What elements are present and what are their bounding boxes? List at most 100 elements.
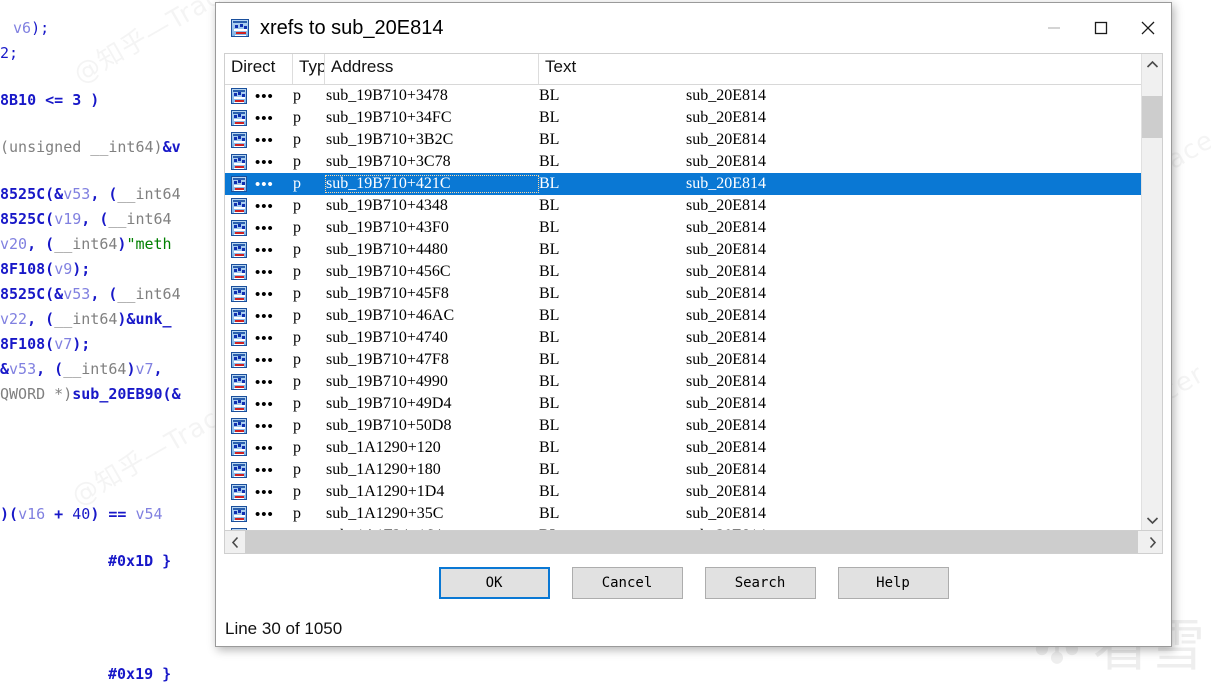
row-direction-dots: ••• [255,439,274,457]
row-target: sub_20E814 [686,219,766,236]
row-target: sub_20E814 [686,87,766,104]
vertical-scrollbar[interactable] [1141,54,1162,530]
scroll-up-button[interactable] [1142,54,1162,74]
horizontal-scrollbar-thumb[interactable] [245,531,1138,553]
row-text: BL sub_20E814 [539,351,1141,369]
xrefs-list-area: Direct Typ Address Text ••• p sub_19B710+3… [224,53,1163,530]
window-controls [1030,3,1171,53]
scroll-right-button[interactable] [1142,536,1162,549]
row-instruction: BL [539,219,560,236]
row-type: p [293,395,301,412]
row-address: sub_19B710+34FC [326,109,452,126]
row-direction-dots: ••• [255,131,274,149]
row-address: sub_1A1290+1D4 [326,483,445,500]
row-type: p [293,197,301,214]
table-row[interactable]: ••• p sub_19B710+46AC BL sub_20E814 [225,305,1141,327]
column-header-row: Direct Typ Address Text [225,54,1141,85]
table-row[interactable]: ••• p sub_19B710+47F8 BL sub_20E814 [225,349,1141,371]
dialog-titlebar[interactable]: xrefs to sub_20E814 [216,3,1171,53]
table-row[interactable]: ••• p sub_19B710+3B2C BL sub_20E814 [225,129,1141,151]
status-bar: Line 30 of 1050 [216,612,1171,646]
row-target: sub_20E814 [686,351,766,368]
cancel-button[interactable]: Cancel [571,567,683,599]
row-type: p [293,417,301,434]
row-address: sub_19B710+50D8 [326,417,452,434]
table-row[interactable]: ••• p sub_1A1290+1D4 BL sub_20E814 [225,481,1141,503]
xref-icon [225,286,253,302]
column-header-address[interactable]: Address [325,54,539,84]
dialog-button-bar: OK Cancel Search Help [216,554,1171,612]
horizontal-scrollbar[interactable] [224,530,1163,554]
vertical-scrollbar-thumb[interactable] [1142,96,1162,138]
table-row[interactable]: ••• p sub_1A1290+120 BL sub_20E814 [225,437,1141,459]
table-row[interactable]: ••• p sub_19B710+456C BL sub_20E814 [225,261,1141,283]
row-address: sub_1A1290+120 [326,439,441,456]
row-direction-dots: ••• [255,197,274,215]
row-type: p [293,439,301,456]
row-target: sub_20E814 [686,505,766,522]
table-row[interactable]: ••• p sub_19B710+4990 BL sub_20E814 [225,371,1141,393]
row-target: sub_20E814 [686,241,766,258]
row-target: sub_20E814 [686,197,766,214]
row-instruction: BL [539,505,560,522]
table-row[interactable]: ••• p sub_19B710+421C BL sub_20E814 [225,173,1141,195]
row-direction-dots: ••• [255,153,274,171]
table-row[interactable]: ••• p sub_19B710+4348 BL sub_20E814 [225,195,1141,217]
maximize-button[interactable] [1077,3,1124,53]
row-direction-dots: ••• [255,219,274,237]
row-address: sub_19B710+46AC [326,307,455,324]
search-button[interactable]: Search [704,567,816,599]
row-instruction: BL [539,285,560,302]
scroll-down-button[interactable] [1142,510,1162,530]
scroll-left-button[interactable] [225,536,245,549]
row-target: sub_20E814 [686,109,766,126]
row-instruction: BL [539,439,560,456]
column-header-type[interactable]: Typ [293,54,325,84]
table-row[interactable]: ••• p sub_19B710+34FC BL sub_20E814 [225,107,1141,129]
row-text: BL sub_20E814 [539,439,1141,457]
row-type: p [293,87,301,104]
vertical-scrollbar-track[interactable] [1142,74,1162,510]
xref-icon [225,88,253,104]
row-text: BL sub_20E814 [539,373,1141,391]
row-instruction: BL [539,87,560,104]
xref-icon [225,462,253,478]
close-button[interactable] [1124,3,1171,53]
ok-button[interactable]: OK [438,567,550,599]
table-row[interactable]: ••• p sub_19B710+49D4 BL sub_20E814 [225,393,1141,415]
row-instruction: BL [539,263,560,280]
table-row[interactable]: ••• p sub_19B710+4740 BL sub_20E814 [225,327,1141,349]
table-row[interactable]: ••• p sub_19B710+50D8 BL sub_20E814 [225,415,1141,437]
table-row[interactable]: ••• p sub_19B710+43F0 BL sub_20E814 [225,217,1141,239]
row-type: p [293,153,301,170]
row-text: BL sub_20E814 [539,241,1141,259]
column-header-text[interactable]: Text [539,54,1141,84]
row-type: p [293,351,301,368]
row-direction-dots: ••• [255,461,274,479]
minimize-button[interactable] [1030,3,1077,53]
row-direction-dots: ••• [255,373,274,391]
column-header-direction[interactable]: Direct [225,54,293,84]
row-type: p [293,505,301,522]
table-row[interactable]: ••• p sub_19B710+3C78 BL sub_20E814 [225,151,1141,173]
row-type: p [293,373,301,390]
row-address: sub_19B710+3C78 [326,153,451,170]
xref-icon [225,176,253,192]
row-target: sub_20E814 [686,263,766,280]
row-direction-dots: ••• [255,505,274,523]
table-row[interactable]: ••• p sub_19B710+3478 BL sub_20E814 [225,85,1141,107]
row-target: sub_20E814 [686,417,766,434]
row-type: p [293,175,301,192]
row-type: p [293,483,301,500]
row-instruction: BL [539,351,560,368]
row-target: sub_20E814 [686,131,766,148]
xref-icon [225,352,253,368]
table-row[interactable]: ••• p sub_1A1290+180 BL sub_20E814 [225,459,1141,481]
line-count-status: Line 30 of 1050 [225,619,343,638]
table-row[interactable]: ••• p sub_1A1290+35C BL sub_20E814 [225,503,1141,525]
table-row[interactable]: ••• p sub_19B710+4480 BL sub_20E814 [225,239,1141,261]
horizontal-scrollbar-track[interactable] [245,531,1142,553]
table-row[interactable]: ••• p sub_19B710+45F8 BL sub_20E814 [225,283,1141,305]
help-button[interactable]: Help [837,567,949,599]
row-direction-dots: ••• [255,263,274,281]
